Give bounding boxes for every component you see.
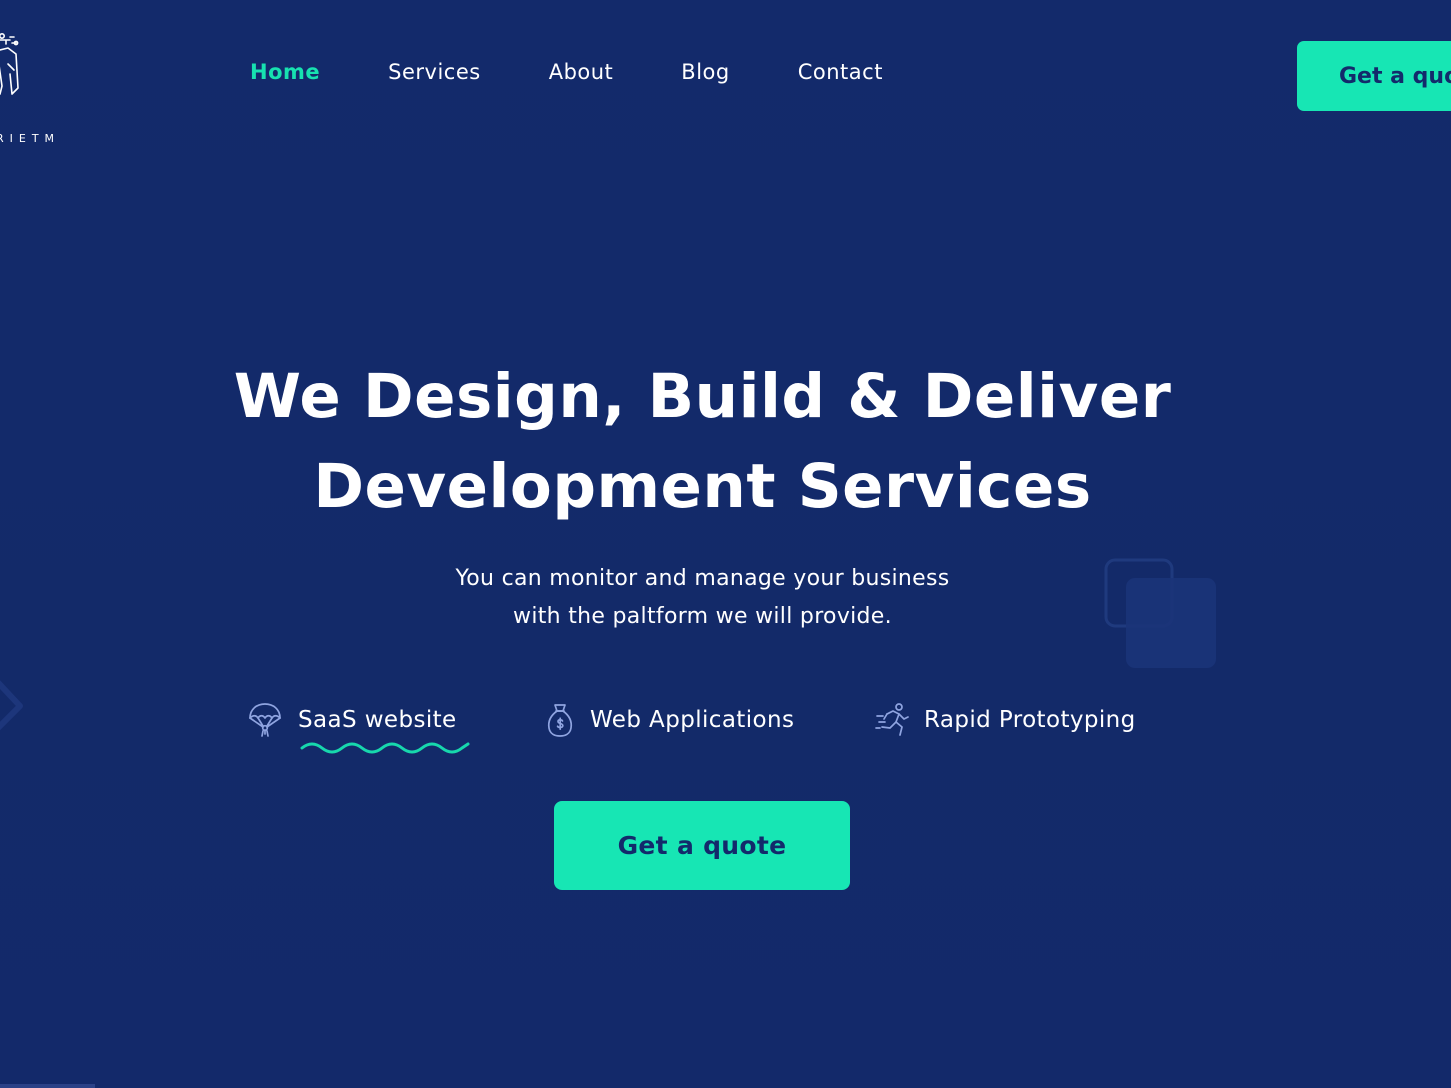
feature-label-rapid-prototyping: Rapid Prototyping [924,707,1136,733]
nav-about[interactable]: About [549,60,614,84]
nav-home[interactable]: Home [250,60,320,84]
hero-subtitle-line-2: with the paltform we will provide. [513,604,892,629]
parachute-icon [249,703,281,737]
hero-subtitle: You can monitor and manage your business… [350,560,1055,636]
brand-logo[interactable]: RIETM [0,28,76,145]
builder-logo-icon [0,33,19,95]
landing-page: RIETM Home Services About Blog Contact G… [0,0,1451,1088]
nav-contact[interactable]: Contact [798,60,883,84]
hero-title-line-1: We Design, Build & Deliver [233,361,1172,432]
nav-services[interactable]: Services [388,60,481,84]
hero-subtitle-line-1: You can monitor and manage your business [455,566,950,591]
header-get-quote-button[interactable]: Get a quo [1297,41,1451,111]
feature-label-saas-website: SaaS website [298,707,457,733]
feature-tab-web-applications[interactable]: Web Applications [546,700,794,740]
decorative-squares [1104,558,1216,668]
money-bag-icon [547,704,573,737]
brand-name: RIETM [0,132,61,145]
decorative-shape-left [0,680,23,731]
feature-tab-saas-website[interactable]: SaaS website [248,700,457,740]
bottom-divider [0,1084,95,1088]
hero-title-line-2: Development Services [313,451,1092,522]
hero-title: We Design, Build & Deliver Development S… [150,352,1255,532]
feature-tab-rapid-prototyping[interactable]: Rapid Prototyping [875,700,1136,740]
active-tab-underline [300,742,470,754]
nav-blog[interactable]: Blog [681,60,729,84]
main-nav: Home Services About Blog Contact [250,56,951,88]
get-quote-button[interactable]: Get a quote [554,801,850,890]
feature-label-web-applications: Web Applications [590,707,795,733]
running-person-icon [875,703,909,736]
